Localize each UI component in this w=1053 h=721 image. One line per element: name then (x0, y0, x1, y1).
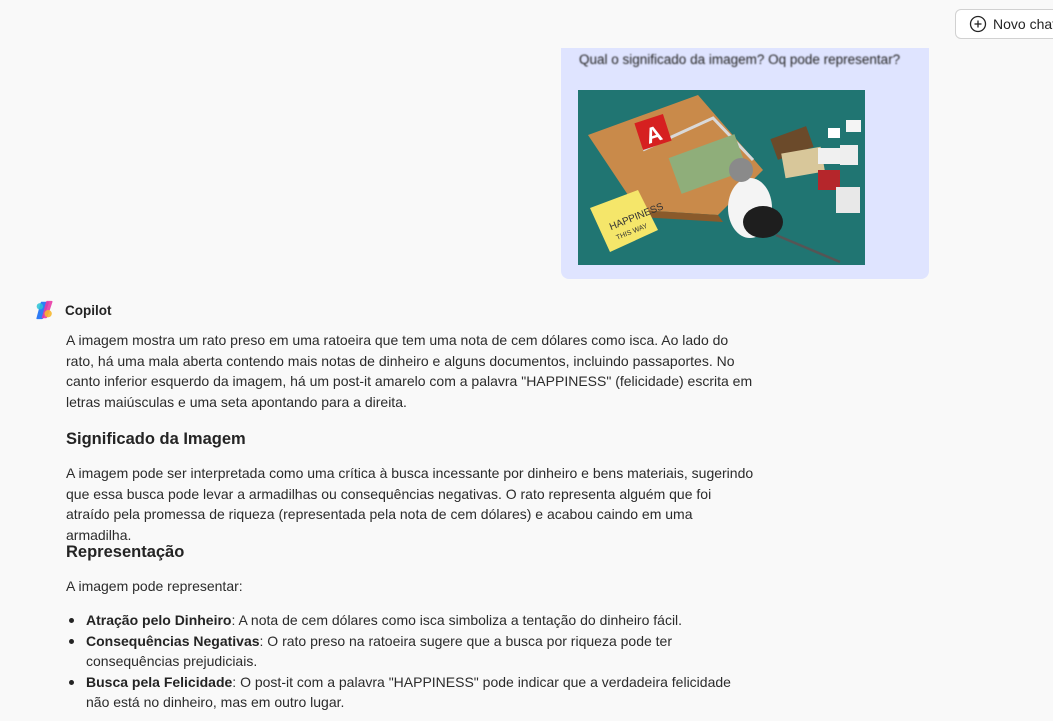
user-question-text: Qual o significado da imagem? Oq pode re… (579, 52, 901, 67)
new-chat-button[interactable]: Novo chat (955, 9, 1053, 39)
copilot-header: Copilot (33, 299, 112, 321)
list-item-text: : A nota de cem dólares como isca simbol… (231, 612, 683, 628)
list-item: Consequências Negativas: O rato preso na… (66, 631, 756, 672)
representation-list: Atração pelo Dinheiro: A nota de cem dól… (66, 610, 756, 713)
copilot-logo-icon (36, 300, 53, 320)
answer-intro: A imagem mostra um rato preso em uma rat… (66, 332, 753, 410)
section-text-significado: A imagem pode ser interpretada como uma … (66, 465, 754, 543)
list-item: Atração pelo Dinheiro: A nota de cem dól… (66, 610, 756, 631)
top-bar: Novo chat (0, 0, 1053, 48)
user-message-bubble: Qual o significado da imagem? Oq pode re… (561, 48, 929, 279)
copilot-name: Copilot (65, 302, 112, 318)
list-item-term: Atração pelo Dinheiro (86, 612, 232, 628)
list-item-term: Busca pela Felicidade (86, 673, 233, 690)
list-item: Busca pela Felicidade: O post-it com a p… (66, 672, 756, 713)
section-title-representacao: Representação (66, 543, 185, 561)
user-attached-image[interactable]: A HAPPINESS THIS WAY (578, 90, 865, 265)
new-chat-plus-icon (969, 15, 987, 33)
section-title-significado: Significado da Imagem (66, 430, 246, 448)
new-chat-label: Novo chat (993, 16, 1053, 32)
section-intro-representacao: A imagem pode representar: (66, 578, 243, 594)
list-item-term: Consequências Negativas (86, 632, 260, 649)
